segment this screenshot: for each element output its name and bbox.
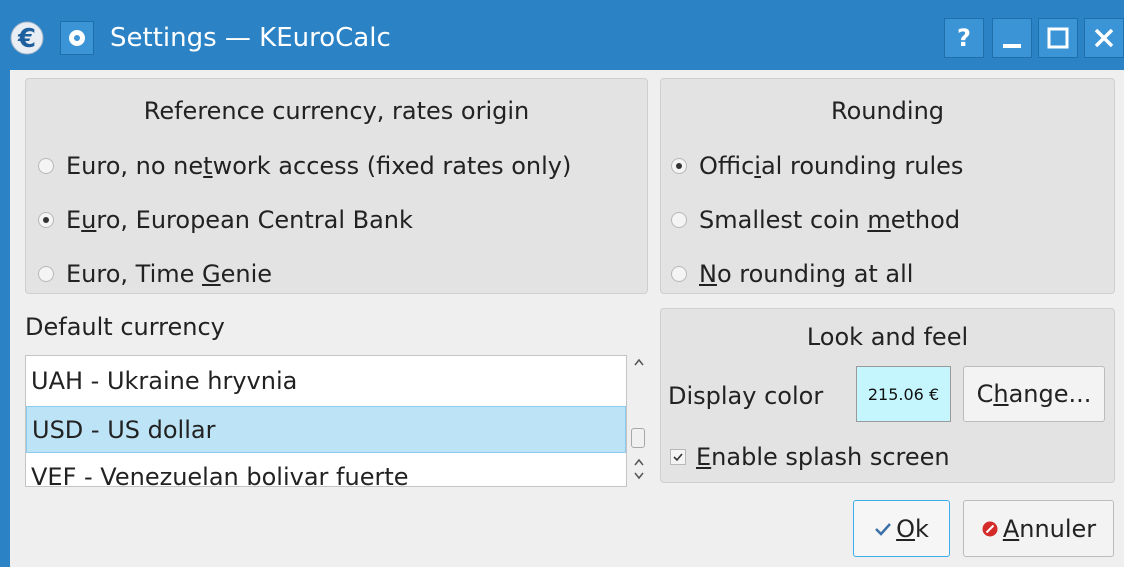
maximize-icon — [1047, 27, 1069, 49]
checkbox-indicator[interactable] — [670, 449, 686, 465]
reference-currency-group: Reference currency, rates origin Euro, n… — [25, 78, 648, 294]
display-color-swatch: 215.06 € — [856, 366, 951, 422]
list-item-selected[interactable]: USD - US dollar — [26, 406, 626, 453]
close-icon — [1094, 28, 1114, 48]
minimize-button[interactable] — [992, 18, 1032, 58]
window-title: Settings — KEuroCalc — [110, 23, 391, 53]
radio-euro-ecb[interactable]: Euro, European Central Bank — [38, 205, 413, 235]
radio-smallest-coin[interactable]: Smallest coin method — [671, 205, 960, 235]
cancel-button[interactable]: Annuler — [963, 500, 1114, 557]
radio-indicator[interactable] — [38, 266, 54, 282]
cancel-label: Annuler — [1002, 514, 1097, 543]
scroll-up-icon[interactable] — [631, 355, 647, 369]
enable-splash-checkbox[interactable]: Enable splash screen — [670, 442, 950, 472]
minimize-icon — [1003, 44, 1021, 48]
reference-currency-title: Reference currency, rates origin — [143, 97, 530, 125]
radio-indicator[interactable] — [671, 158, 687, 174]
help-button[interactable]: ? — [944, 18, 984, 58]
list-item[interactable]: VEF - Venezuelan bolivar fuerte — [26, 454, 626, 486]
close-button[interactable] — [1084, 18, 1124, 58]
window-menu-icon[interactable] — [60, 21, 94, 55]
cancel-icon — [982, 521, 998, 536]
currency-list-scrollbar[interactable] — [629, 355, 649, 487]
radio-label: Euro, European Central Bank — [66, 206, 413, 234]
maximize-button[interactable] — [1038, 18, 1078, 58]
look-and-feel-title: Look and feel — [806, 323, 969, 351]
settings-window: € Settings — KEuroCalc ? Reference curre… — [0, 0, 1124, 567]
ok-check-icon — [875, 522, 892, 536]
ok-button[interactable]: Ok — [853, 500, 950, 557]
radio-no-rounding[interactable]: No rounding at all — [671, 259, 913, 289]
rounding-title: Rounding — [830, 97, 945, 125]
radio-official-rounding[interactable]: Official rounding rules — [671, 151, 963, 181]
change-label: Change... — [976, 380, 1092, 408]
radio-label: Official rounding rules — [699, 152, 964, 180]
change-color-button[interactable]: Change... — [963, 366, 1105, 422]
scrollbar-thumb[interactable] — [631, 428, 645, 448]
radio-euro-time-genie[interactable]: Euro, Time Genie — [38, 259, 272, 289]
euro-app-icon[interactable]: € — [9, 20, 45, 56]
radio-label: No rounding at all — [699, 260, 914, 288]
default-currency-label: Default currency — [25, 313, 225, 341]
checkmark-icon — [673, 453, 683, 462]
rounding-group: Rounding Official rounding rules Smalles… — [660, 78, 1115, 294]
scroll-up-icon[interactable] — [631, 455, 647, 469]
dialog-content: Reference currency, rates origin Euro, n… — [10, 70, 1124, 567]
radio-label: Euro, Time Genie — [66, 260, 273, 288]
radio-label: Smallest coin method — [699, 206, 961, 234]
radio-indicator[interactable] — [671, 266, 687, 282]
scroll-down-icon[interactable] — [631, 469, 647, 483]
radio-euro-no-network[interactable]: Euro, no network access (fixed rates onl… — [38, 151, 571, 181]
title-bar[interactable]: € Settings — KEuroCalc ? — [0, 0, 1124, 70]
radio-indicator[interactable] — [38, 158, 54, 174]
ok-label: Ok — [896, 514, 929, 543]
display-color-label: Display color — [668, 382, 824, 410]
currency-list[interactable]: UAH - Ukraine hryvnia USD - US dollar VE… — [25, 355, 627, 487]
help-icon: ? — [957, 24, 971, 52]
checkbox-label: Enable splash screen — [696, 443, 950, 471]
radio-indicator[interactable] — [671, 212, 687, 228]
radio-label: Euro, no network access (fixed rates onl… — [66, 152, 572, 180]
list-item[interactable]: UAH - Ukraine hryvnia — [26, 358, 626, 405]
radio-indicator[interactable] — [38, 212, 54, 228]
svg-text:€: € — [17, 24, 36, 54]
